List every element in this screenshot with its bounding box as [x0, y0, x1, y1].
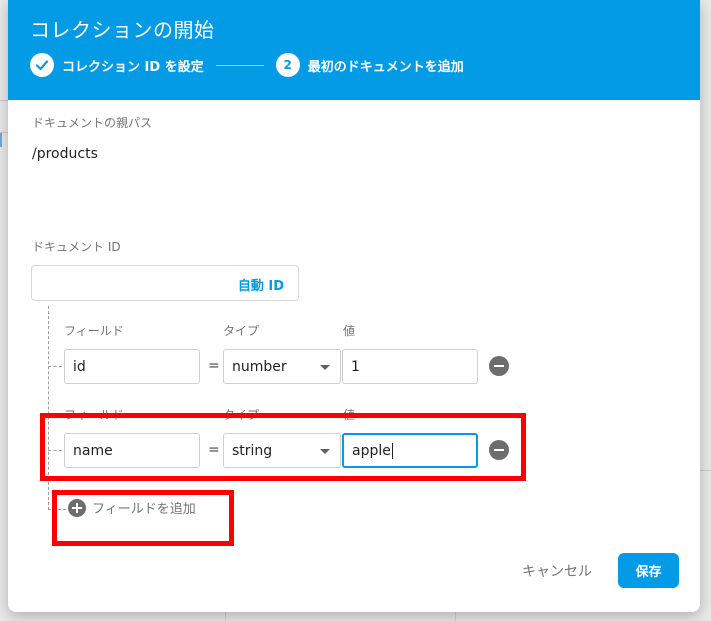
check-icon: [30, 53, 54, 77]
dialog-title: コレクションの開始: [30, 18, 215, 42]
field-name-value: id: [73, 358, 86, 375]
cancel-button[interactable]: キャンセル: [522, 561, 592, 581]
field-type-select[interactable]: number: [223, 349, 341, 384]
save-button[interactable]: 保存: [618, 553, 679, 588]
field-column-label: フィールド: [64, 324, 124, 338]
field-name-input[interactable]: id: [64, 349, 200, 384]
document-id-input[interactable]: 自動 ID: [31, 265, 299, 301]
step-set-collection-id: コレクション ID を設定: [30, 53, 204, 77]
dropdown-arrow-icon: [320, 365, 330, 370]
background-accent: [0, 133, 6, 147]
field-value-text: 1: [351, 358, 360, 375]
step-number: 2: [275, 53, 300, 77]
equals-sign: =: [208, 358, 220, 374]
step-connector: [215, 64, 264, 66]
type-column-label: タイプ: [223, 324, 260, 338]
field-value-input[interactable]: 1: [342, 349, 478, 384]
auto-id-button[interactable]: 自動 ID: [238, 275, 284, 294]
highlight-box: [52, 490, 234, 546]
start-collection-dialog: コレクションの開始 コレクション ID を設定 2 最初のドキュメントを追加 ド…: [8, 0, 700, 612]
highlight-box: [40, 413, 526, 481]
tree-branch: [48, 366, 62, 367]
background-divider: [700, 470, 711, 471]
value-column-label: 値: [343, 324, 356, 338]
step-add-first-document: 2 最初のドキュメントを追加: [275, 53, 464, 77]
document-id-label: ドキュメント ID: [32, 240, 121, 254]
step-label: コレクション ID を設定: [62, 59, 204, 75]
dialog-header: コレクションの開始 コレクション ID を設定 2 最初のドキュメントを追加: [8, 0, 700, 100]
remove-field-icon[interactable]: [489, 356, 509, 376]
parent-path-value: /products: [32, 146, 98, 162]
parent-path-label: ドキュメントの親パス: [32, 116, 153, 130]
stepper: コレクション ID を設定 2 最初のドキュメントを追加: [30, 52, 464, 78]
step-label: 最初のドキュメントを追加: [307, 59, 464, 75]
field-type-value: number: [232, 358, 287, 375]
